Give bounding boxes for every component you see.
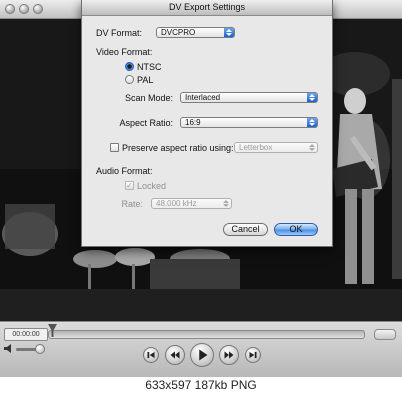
dv-format-popup[interactable]: DVCPRO bbox=[156, 27, 235, 38]
dv-format-label: DV Format: bbox=[96, 28, 143, 38]
cancel-button[interactable]: Cancel bbox=[223, 223, 268, 236]
popup-arrows-icon bbox=[221, 199, 231, 208]
dialog-title: DV Export Settings bbox=[82, 0, 332, 16]
dv-format-value: DVCPRO bbox=[161, 28, 196, 37]
scan-mode-label: Scan Mode: bbox=[124, 93, 173, 103]
dv-export-settings-dialog: DV Export Settings DV Format: DVCPRO Vid… bbox=[81, 0, 333, 247]
fast-forward-icon bbox=[224, 351, 234, 359]
fast-forward-button[interactable] bbox=[219, 345, 239, 365]
close-window-button[interactable] bbox=[5, 4, 15, 14]
rewind-icon bbox=[170, 351, 180, 359]
preserve-method-value: Letterbox bbox=[239, 143, 273, 152]
audio-format-label: Audio Format: bbox=[96, 166, 153, 176]
pal-radio[interactable] bbox=[125, 75, 134, 84]
image-caption: 633x597 187kb PNG bbox=[0, 377, 402, 394]
preserve-method-popup[interactable]: Letterbox bbox=[234, 142, 318, 153]
popup-arrows-icon bbox=[224, 28, 234, 37]
popup-arrows-icon bbox=[307, 143, 317, 152]
zoom-window-button[interactable] bbox=[33, 4, 43, 14]
play-icon bbox=[199, 349, 208, 361]
popup-arrows-icon bbox=[307, 93, 317, 102]
volume-icon bbox=[4, 344, 11, 353]
ntsc-radio[interactable] bbox=[125, 62, 134, 71]
play-button[interactable] bbox=[190, 343, 214, 367]
aspect-ratio-popup[interactable]: 16:9 bbox=[180, 117, 318, 128]
ntsc-label: NTSC bbox=[137, 62, 162, 72]
scrubber-resize-control[interactable] bbox=[374, 329, 396, 340]
pal-label: PAL bbox=[137, 75, 154, 85]
rate-value: 48.000 kHz bbox=[156, 199, 197, 208]
scrubber-track[interactable] bbox=[48, 330, 365, 339]
scan-mode-popup[interactable]: Interlaced bbox=[180, 92, 318, 103]
popup-arrows-icon bbox=[307, 118, 317, 127]
timecode-display: 00:00:00 bbox=[4, 328, 48, 341]
preserve-aspect-checkbox[interactable] bbox=[110, 143, 119, 152]
go-to-start-button[interactable] bbox=[143, 347, 159, 363]
rate-label: Rate: bbox=[121, 199, 143, 209]
aspect-ratio-label: Aspect Ratio: bbox=[119, 118, 173, 128]
playhead-handle[interactable] bbox=[48, 324, 57, 337]
go-to-end-button[interactable] bbox=[245, 347, 261, 363]
minimize-window-button[interactable] bbox=[19, 4, 29, 14]
aspect-ratio-value: 16:9 bbox=[185, 118, 201, 127]
skip-forward-icon bbox=[249, 351, 257, 359]
volume-slider-knob[interactable] bbox=[35, 344, 45, 354]
player-controls: 00:00:00 bbox=[0, 321, 402, 377]
preserve-aspect-label: Preserve aspect ratio using: bbox=[122, 143, 234, 153]
rewind-button[interactable] bbox=[165, 345, 185, 365]
locked-checkbox[interactable]: ✓ bbox=[125, 181, 134, 190]
locked-label: Locked bbox=[137, 181, 167, 191]
rate-popup[interactable]: 48.000 kHz bbox=[151, 198, 232, 209]
skip-back-icon bbox=[147, 351, 155, 359]
ok-button[interactable]: OK bbox=[274, 223, 318, 236]
video-format-label: Video Format: bbox=[96, 47, 153, 57]
scan-mode-value: Interlaced bbox=[185, 93, 221, 102]
